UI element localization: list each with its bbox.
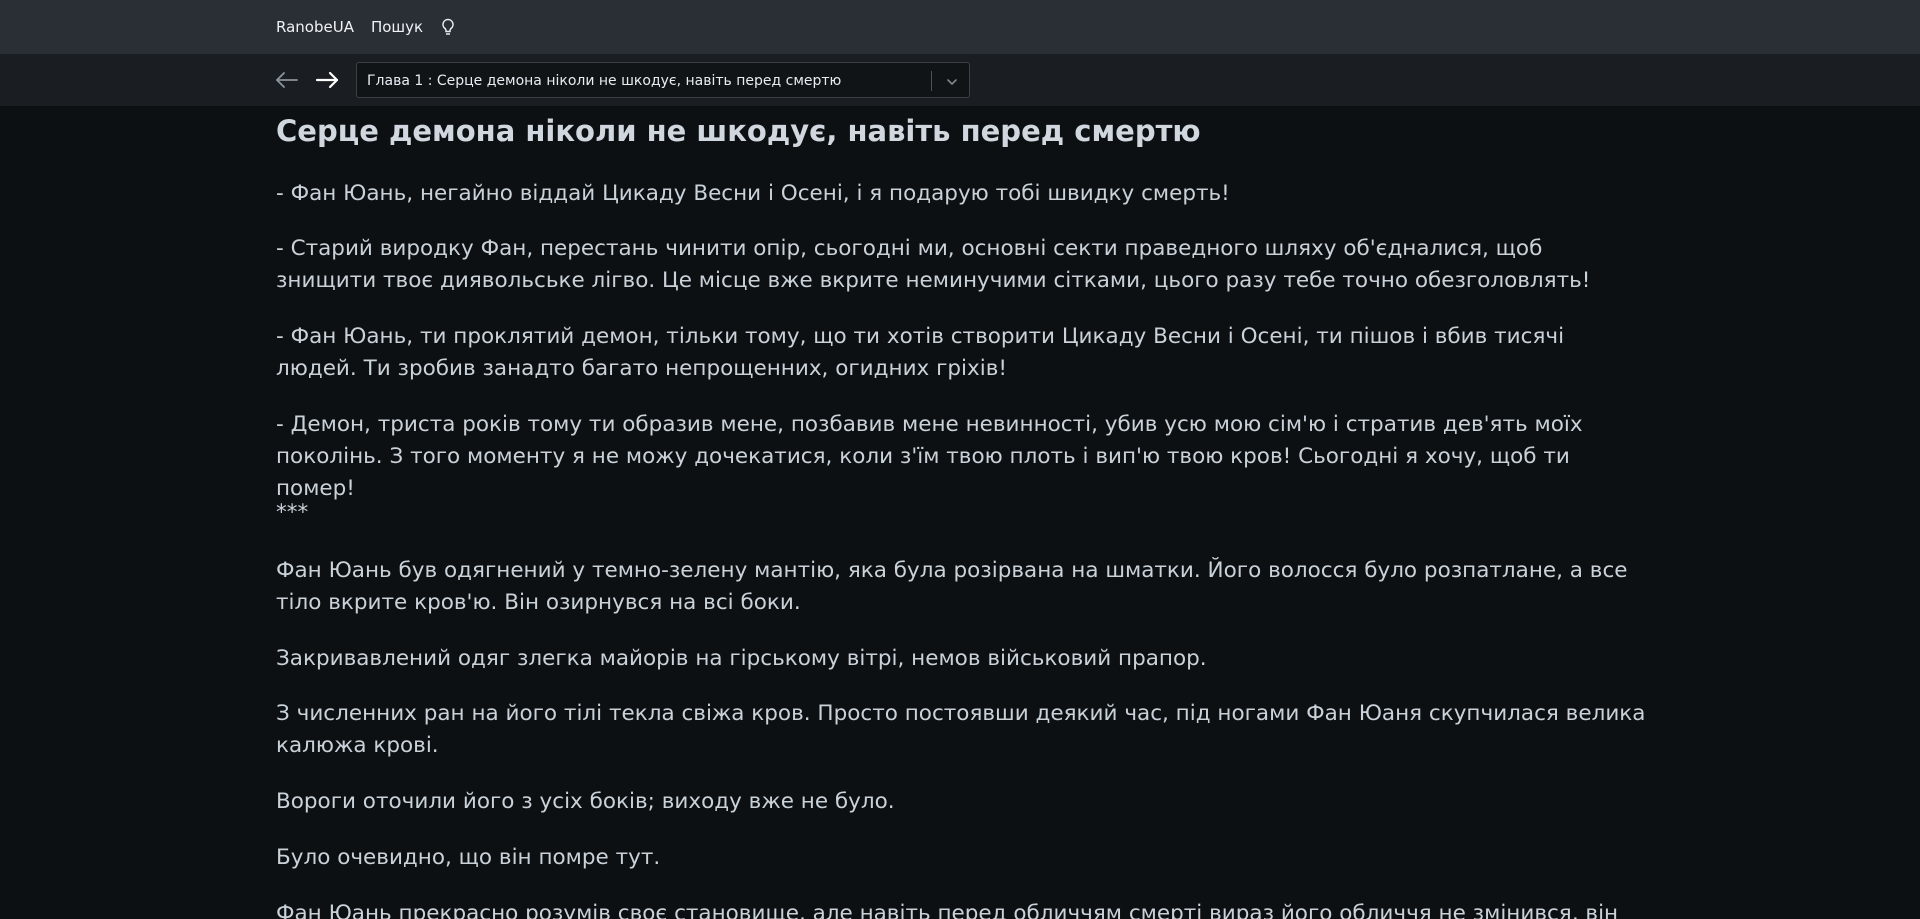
paragraph: Було очевидно, що він помре тут. bbox=[276, 845, 661, 870]
arrow-right-icon[interactable] bbox=[314, 68, 340, 92]
paragraph: - Фан Юань, негайно віддай Цикаду Весни … bbox=[276, 181, 1230, 206]
chapter-select[interactable]: Глава 1 : Серце демона ніколи не шкодує,… bbox=[356, 62, 970, 98]
brand-link[interactable]: RanobeUA bbox=[276, 18, 354, 36]
search-link[interactable]: Пошук bbox=[371, 18, 423, 36]
paragraph: Фан Юань був одягнений у темно-зелену ма… bbox=[276, 558, 1628, 615]
chapter-select-value: Глава 1 : Серце демона ніколи не шкодує,… bbox=[367, 73, 842, 89]
chevron-down-icon[interactable] bbox=[945, 74, 959, 88]
select-separator bbox=[931, 71, 932, 91]
section-divider: *** bbox=[276, 500, 309, 525]
paragraph: З численних ран на його тілі текла свіжа… bbox=[276, 701, 1646, 758]
navbar-inner: RanobeUA Пошук bbox=[276, 0, 456, 54]
top-navbar: RanobeUA Пошук bbox=[0, 0, 1920, 54]
lightbulb-icon[interactable] bbox=[440, 18, 456, 36]
paragraph: Закривавлений одяг злегка майорів на гір… bbox=[276, 646, 1207, 671]
chapter-title: Серце демона ніколи не шкодує, навіть пе… bbox=[276, 114, 1201, 148]
chapter-navigation-bar: Глава 1 : Серце демона ніколи не шкодує,… bbox=[0, 54, 1920, 106]
arrow-left-icon[interactable] bbox=[274, 68, 300, 92]
paragraph: - Старий виродку Фан, перестань чинити о… bbox=[276, 236, 1591, 293]
paragraph: Вороги оточили його з усіх боків; виходу… bbox=[276, 789, 895, 814]
paragraph: - Фан Юань, ти проклятий демон, тільки т… bbox=[276, 324, 1565, 381]
paragraph: Фан Юань прекрасно розумів своє становищ… bbox=[276, 901, 1619, 919]
paragraph: - Демон, триста років тому ти образив ме… bbox=[276, 412, 1583, 501]
chapter-content: Серце демона ніколи не шкодує, навіть пе… bbox=[276, 106, 1646, 919]
